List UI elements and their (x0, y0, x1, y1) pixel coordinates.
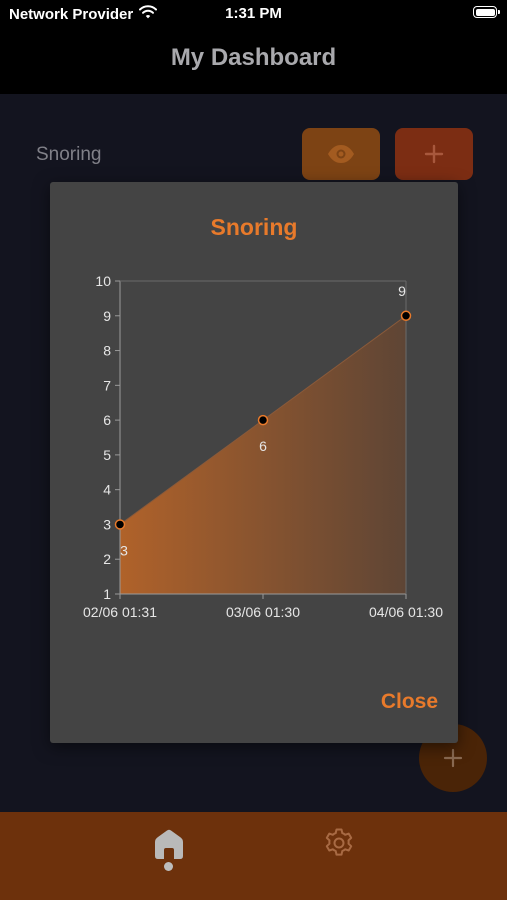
gear-icon (325, 828, 353, 856)
home-icon (155, 829, 183, 859)
y-tick-label: 1 (103, 586, 111, 602)
nav-settings[interactable] (322, 826, 356, 860)
metric-label: Snoring (36, 144, 102, 165)
x-tick-label: 03/06 01:30 (226, 604, 300, 620)
x-tick-label: 04/06 01:30 (369, 604, 443, 620)
data-label: 9 (398, 283, 406, 299)
plus-icon (424, 144, 444, 164)
data-label: 3 (120, 542, 128, 558)
battery-icon (473, 6, 500, 18)
data-label: 6 (259, 438, 267, 454)
status-time: 1:31 PM (225, 5, 282, 22)
active-tab-indicator (164, 862, 173, 871)
snoring-chart: 1234567891002/06 01:31 03/06 01:30 04/06 0… (83, 273, 443, 620)
y-tick-label: 4 (103, 482, 111, 498)
y-tick-label: 3 (103, 516, 111, 532)
app-header: My Dashboard (0, 28, 507, 94)
x-tick-label: 02/06 01:31 (83, 604, 157, 620)
chart-dialog: Snoring 1 2 3 4 5 6 7 8 9 10 02/06 01:31 03/06 01:3… (50, 182, 458, 743)
y-tick-label: 6 (103, 412, 111, 428)
bottom-nav (0, 812, 507, 900)
y-tick-label: 2 (103, 551, 111, 567)
status-bar: Network Provider 1:31 PM (0, 0, 507, 28)
eye-icon (328, 145, 354, 163)
view-chart-button[interactable] (302, 128, 380, 180)
data-point (114, 519, 126, 530)
y-tick-label: 9 (103, 308, 111, 324)
y-tick-label: 5 (103, 447, 111, 463)
area-fill (120, 315, 406, 594)
close-button[interactable]: Close (381, 690, 438, 714)
y-tick-label: 8 (103, 343, 111, 359)
add-entry-button[interactable] (395, 128, 473, 180)
page-title: My Dashboard (170, 44, 337, 71)
data-point (257, 414, 269, 426)
nav-home[interactable] (150, 828, 188, 884)
plus-icon (443, 748, 463, 768)
battery-fill (475, 8, 495, 16)
y-tick-label: 10 (95, 273, 111, 289)
data-point (400, 310, 412, 322)
y-tick-label: 7 (103, 377, 111, 393)
